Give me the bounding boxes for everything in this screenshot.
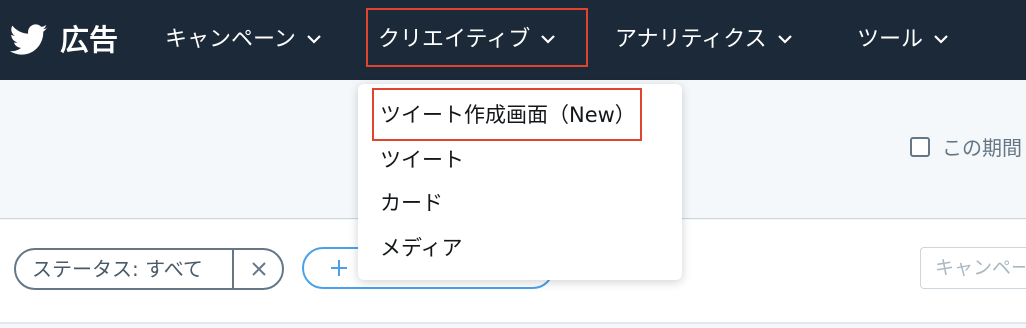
nav-tools-label: ツール <box>857 27 924 52</box>
twitter-bird-icon <box>10 24 48 55</box>
plus-icon <box>331 260 347 276</box>
brand-name: 広告 <box>60 23 119 57</box>
nav-campaigns-label: キャンペーン <box>165 27 296 52</box>
nav-analytics[interactable]: アナリティクス <box>615 20 793 60</box>
nav-tools[interactable]: ツール <box>857 20 949 60</box>
nav-creatives-highlight <box>366 8 588 67</box>
menu-item-tweets[interactable]: ツイート <box>380 143 464 177</box>
status-filter-label: ステータス: すべて <box>32 257 203 281</box>
divider <box>0 322 1026 324</box>
close-icon <box>252 262 266 276</box>
menu-item-cards[interactable]: カード <box>380 186 443 220</box>
nav-analytics-label: アナリティクス <box>615 27 767 52</box>
menu-item-highlight <box>372 88 642 141</box>
chevron-down-icon <box>934 35 948 44</box>
period-checkbox[interactable] <box>910 137 930 157</box>
campaign-search-input[interactable] <box>920 247 1026 289</box>
chevron-down-icon <box>307 35 321 44</box>
status-filter-remove-button[interactable] <box>234 250 284 288</box>
chevron-down-icon <box>777 35 792 44</box>
status-filter-chip[interactable]: ステータス: すべて <box>14 248 284 290</box>
nav-campaigns[interactable]: キャンペーン <box>165 20 322 60</box>
period-checkbox-label: この期間 <box>942 136 1022 160</box>
menu-item-media[interactable]: メディア <box>380 231 463 265</box>
